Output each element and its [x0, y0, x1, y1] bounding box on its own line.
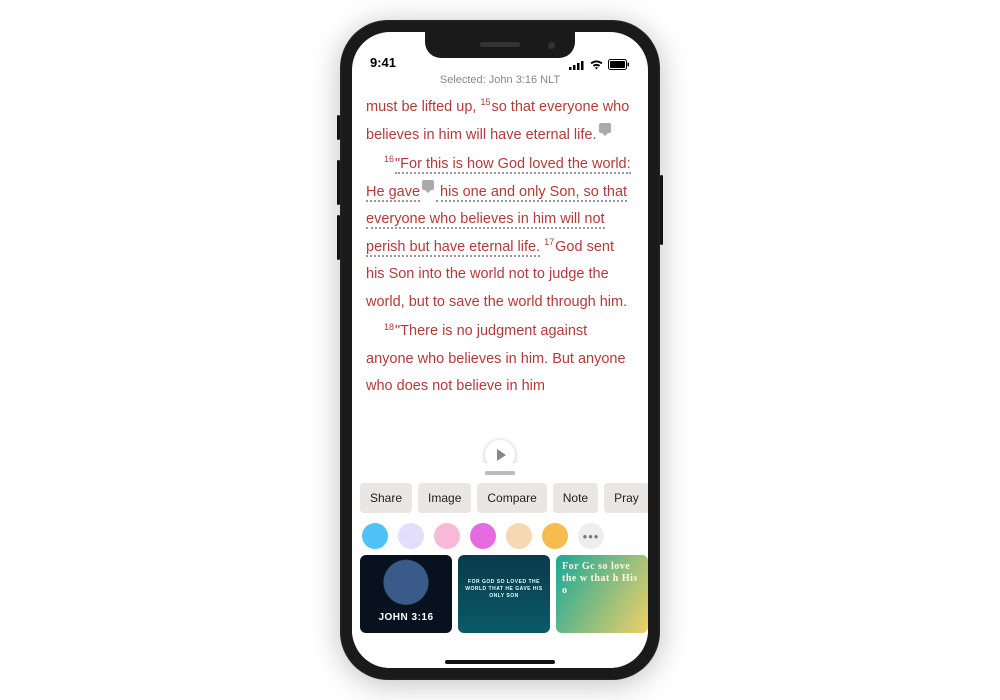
notch [425, 32, 575, 58]
verse-image-card-3[interactable]: For Gc so love the w that h His o [556, 555, 648, 633]
power-button [660, 175, 663, 245]
verse-18[interactable]: 18"There is no judgment against anyone w… [366, 318, 634, 401]
verse-num-15: 15 [480, 97, 490, 107]
cellular-icon [569, 60, 585, 70]
action-sheet[interactable]: Share Image Compare Note Pray Bo ••• JOH… [352, 463, 648, 668]
mute-switch [337, 115, 340, 140]
phone-frame: 9:41 Selected: John 3:16 NLT must be lif… [340, 20, 660, 680]
share-button[interactable]: Share [360, 483, 412, 513]
image-cards: JOHN 3:16 FOR GOD SO LOVED THE WORLD THA… [352, 555, 648, 633]
action-row: Share Image Compare Note Pray Bo [352, 483, 648, 513]
highlight-colors: ••• [352, 513, 648, 555]
home-indicator[interactable] [445, 660, 555, 664]
wifi-icon [589, 59, 604, 70]
note-icon[interactable] [599, 123, 611, 133]
status-right [569, 59, 630, 70]
color-swatch-blue[interactable] [362, 523, 388, 549]
verse-num-17: 17 [544, 237, 554, 247]
verse-18-text: "There is no judgment against anyone who… [366, 323, 626, 394]
verse-14-15[interactable]: must be lifted up, 15so that everyone wh… [366, 94, 634, 149]
color-swatch-tan[interactable] [506, 523, 532, 549]
card3-text: For Gc so love the w that h His o [562, 561, 642, 597]
card2-text: FOR GOD SO LOVED THE WORLD THAT HE GAVE … [458, 579, 550, 600]
color-swatch-lilac[interactable] [398, 523, 424, 549]
image-button[interactable]: Image [418, 483, 471, 513]
compare-button[interactable]: Compare [477, 483, 546, 513]
verse-image-card-1[interactable]: JOHN 3:16 [360, 555, 452, 633]
color-swatch-pink[interactable] [434, 523, 460, 549]
note-icon[interactable] [422, 180, 434, 190]
volume-up-button [337, 160, 340, 205]
verse-image-card-2[interactable]: FOR GOD SO LOVED THE WORLD THAT HE GAVE … [458, 555, 550, 633]
front-camera [548, 42, 555, 49]
screen: 9:41 Selected: John 3:16 NLT must be lif… [352, 32, 648, 668]
verse-num-18: 18 [384, 322, 394, 332]
verse-14-tail: must be lifted up, [366, 99, 480, 115]
pray-button[interactable]: Pray [604, 483, 648, 513]
speaker [480, 42, 520, 47]
verse-16-17[interactable]: 16"For this is how God loved the world: … [366, 151, 634, 316]
status-time: 9:41 [370, 55, 396, 70]
selection-header: Selected: John 3:16 NLT [352, 72, 648, 90]
color-swatch-magenta[interactable] [470, 523, 496, 549]
sheet-grabber[interactable] [485, 471, 515, 475]
verse-num-16: 16 [384, 154, 394, 164]
verse-content[interactable]: must be lifted up, 15so that everyone wh… [352, 90, 648, 490]
color-swatch-amber[interactable] [542, 523, 568, 549]
battery-icon [608, 59, 630, 70]
card1-label: JOHN 3:16 [378, 612, 433, 623]
volume-down-button [337, 215, 340, 260]
note-button[interactable]: Note [553, 483, 598, 513]
more-colors-button[interactable]: ••• [578, 523, 604, 549]
